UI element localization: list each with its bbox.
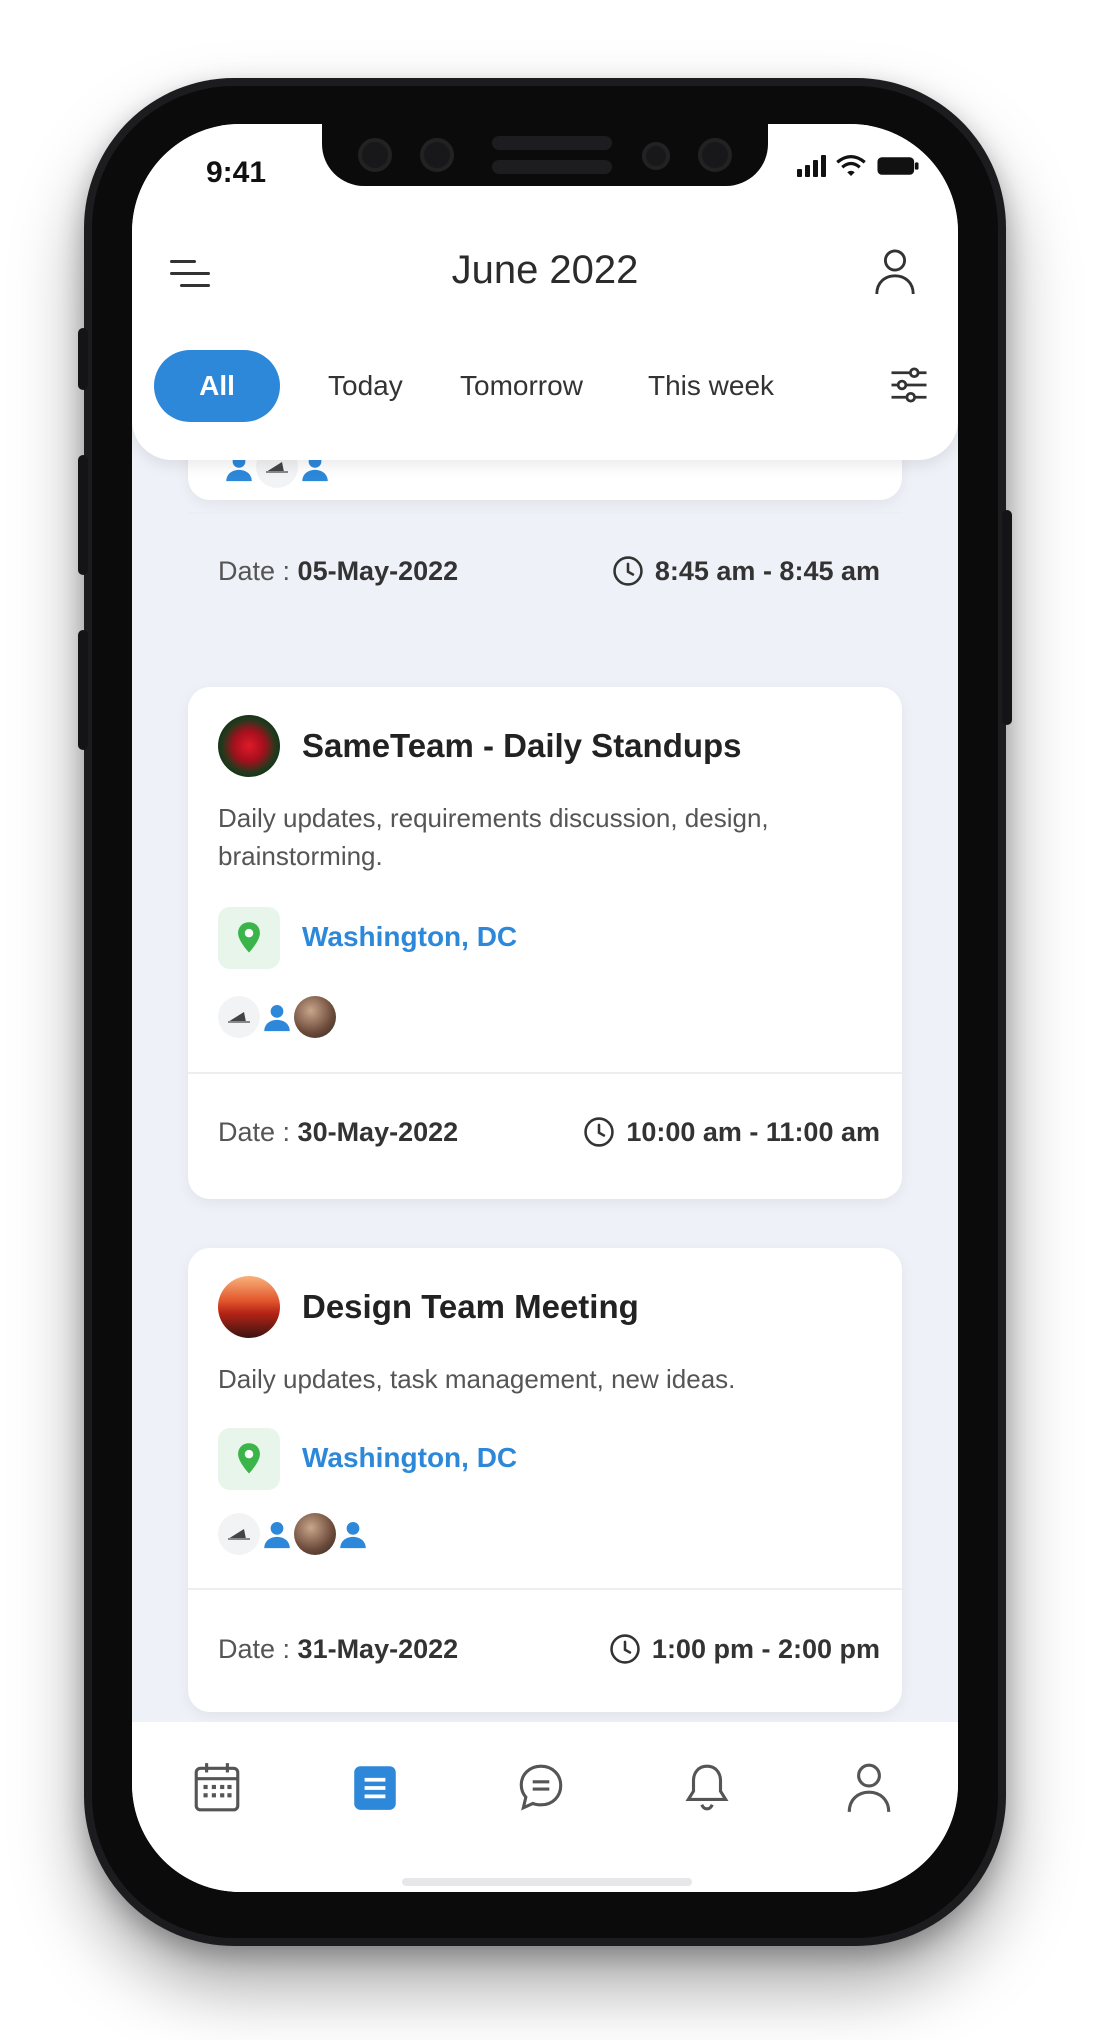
phone-side-button [1002,510,1012,725]
attendee-avatars [218,1513,370,1559]
filter-settings-icon[interactable] [888,364,930,406]
phone-side-button [78,328,88,390]
attendee-avatars [218,996,336,1042]
app-screen: Date : 05-May-2022 8:45 am - 8:45 am Sam… [132,124,958,1892]
user-icon [256,996,298,1038]
speaker-grille [492,160,612,174]
card-divider [188,1588,902,1590]
event-time: 1:00 pm - 2:00 pm [608,1632,880,1666]
profile-nav-icon[interactable] [844,1760,894,1814]
attendee-placeholder-icon [218,996,260,1038]
event-card[interactable]: SameTeam - Daily Standups Daily updates,… [188,687,902,1199]
phone-notch [322,124,768,186]
tab-all[interactable]: All [154,350,280,422]
event-location[interactable]: Washington, DC [302,921,517,953]
location-pin-icon [218,1428,280,1490]
status-icons [797,154,920,178]
attendee-photo [294,1513,336,1555]
event-location[interactable]: Washington, DC [302,1442,517,1474]
speaker-grille [492,136,612,150]
bottom-navigation [132,1722,958,1892]
event-description: Daily updates, task management, new idea… [218,1364,736,1394]
event-card[interactable]: Design Team Meeting Daily updates, task … [188,1248,902,1712]
bell-icon[interactable] [682,1760,732,1814]
battery-icon [877,157,919,175]
clock-icon [613,556,643,586]
user-icon [256,1513,298,1555]
tab-today[interactable]: Today [328,350,403,422]
card-divider [188,1072,902,1074]
card-divider [188,512,902,514]
home-indicator[interactable] [402,1878,692,1886]
event-description: Daily updates, requirements discussion, … [218,803,769,871]
clock-icon [610,1634,640,1664]
signal-icon [797,155,826,177]
attendee-photo [294,996,336,1038]
event-date: Date : 31-May-2022 [218,1634,459,1664]
wifi-icon [836,155,866,176]
camera-dot [358,138,392,172]
profile-icon[interactable] [872,246,918,296]
event-time: 10:00 am - 11:00 am [582,1115,880,1149]
status-time: 9:41 [206,156,267,189]
tab-this-week[interactable]: This week [648,350,774,422]
event-date: Date : 05-May-2022 [218,556,459,586]
event-avatar [218,1276,280,1338]
clock-icon [584,1117,615,1147]
event-title[interactable]: SameTeam - Daily Standups [302,727,742,765]
phone-side-button [78,455,88,575]
event-avatar [218,715,280,777]
camera-dot [698,138,732,172]
attendee-placeholder-icon [218,1513,260,1555]
camera-dot [420,138,454,172]
calendar-icon[interactable] [192,1760,242,1814]
list-icon[interactable] [350,1760,400,1814]
event-title[interactable]: Design Team Meeting [302,1288,639,1326]
camera-dot [642,142,670,170]
event-time: 8:45 am - 8:45 am [611,554,880,588]
user-icon [332,1513,374,1555]
tab-tomorrow[interactable]: Tomorrow [460,350,583,422]
phone-side-button [78,630,88,750]
date-filter-tabs: All Today Tomorrow This week [154,350,944,422]
chat-icon[interactable] [516,1760,566,1814]
page-title: June 2022 [451,248,639,292]
location-pin-icon [218,907,280,969]
event-date: Date : 30-May-2022 [218,1117,459,1147]
